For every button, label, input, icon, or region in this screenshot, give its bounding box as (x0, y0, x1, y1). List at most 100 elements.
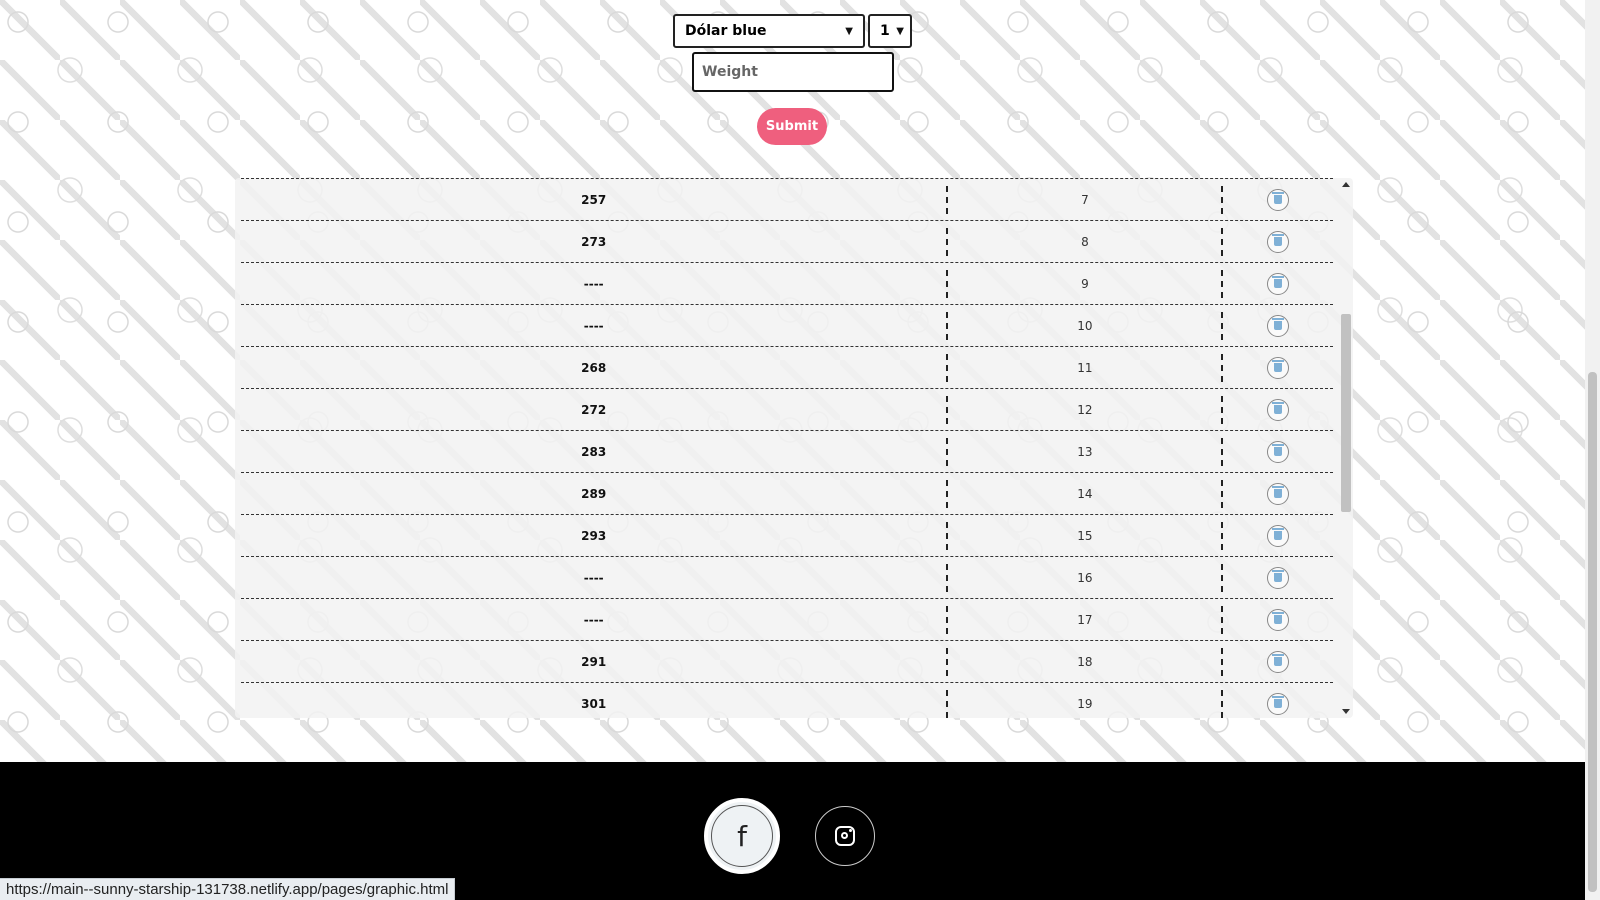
trash-icon (1272, 486, 1285, 498)
action-cell (1221, 437, 1333, 466)
table-row: ---- 9 (241, 262, 1333, 304)
action-cell (1221, 227, 1333, 256)
chevron-down-icon: ▼ (896, 25, 904, 37)
records-table[interactable]: 257 7 273 8 ---- 9 ---- 10 268 11 272 12 283 13 289 14 2… (235, 178, 1353, 718)
delete-button[interactable] (1267, 482, 1290, 505)
delete-button[interactable] (1267, 524, 1290, 547)
records-table-body: 257 7 273 8 ---- 9 ---- 10 268 11 272 12 283 13 289 14 2… (241, 178, 1333, 718)
trash-icon (1272, 402, 1285, 414)
action-cell (1221, 689, 1333, 718)
action-cell (1221, 311, 1333, 340)
action-cell (1221, 479, 1333, 508)
scroll-up-arrow-icon[interactable] (1342, 182, 1350, 187)
chevron-down-icon: ▼ (845, 25, 853, 37)
weight-cell: 293 (581, 528, 607, 543)
table-row: ---- 16 (241, 556, 1333, 598)
entry-number-cell: 19 (946, 689, 1221, 718)
trash-icon (1272, 276, 1285, 288)
weight-cell: 291 (581, 654, 607, 669)
delete-button[interactable] (1267, 650, 1290, 673)
delete-button[interactable] (1267, 314, 1290, 337)
weight-cell: 257 (581, 192, 607, 207)
delete-button[interactable] (1267, 188, 1290, 211)
quantity-select-value: 1 (880, 23, 890, 39)
action-cell (1221, 353, 1333, 382)
action-cell (1221, 521, 1333, 550)
table-row: 289 14 (241, 472, 1333, 514)
weight-cell: 289 (581, 486, 607, 501)
table-row: 268 11 (241, 346, 1333, 388)
facebook-link[interactable]: f (704, 798, 780, 874)
table-row: 301 19 (241, 682, 1333, 718)
currency-select[interactable]: Dólar blue ▼ (673, 14, 865, 48)
entry-number-cell: 7 (946, 185, 1221, 214)
weight-input[interactable] (692, 52, 894, 92)
table-row: 272 12 (241, 388, 1333, 430)
quantity-select[interactable]: 1 ▼ (868, 14, 912, 48)
weight-cell: 273 (581, 234, 607, 249)
table-row: 257 7 (241, 178, 1333, 220)
delete-button[interactable] (1267, 230, 1290, 253)
entry-number-cell: 16 (946, 563, 1221, 592)
weight-cell: 272 (581, 402, 607, 417)
table-row: ---- 10 (241, 304, 1333, 346)
delete-button[interactable] (1267, 398, 1290, 421)
weight-cell: ---- (583, 318, 604, 333)
table-scroll-thumb[interactable] (1341, 314, 1351, 512)
weight-cell: ---- (583, 612, 604, 627)
entry-number-cell: 10 (946, 311, 1221, 340)
entry-number-cell: 15 (946, 521, 1221, 550)
page-scroll-thumb[interactable] (1588, 372, 1597, 892)
trash-icon (1272, 192, 1285, 204)
page-scrollbar[interactable] (1585, 0, 1600, 900)
trash-icon (1272, 234, 1285, 246)
entry-number-cell: 17 (946, 605, 1221, 634)
delete-button[interactable] (1267, 566, 1290, 589)
status-bar-url: https://main--sunny-starship-131738.netl… (0, 878, 456, 900)
trash-icon (1272, 444, 1285, 456)
weight-cell: ---- (583, 276, 604, 291)
entry-number-cell: 8 (946, 227, 1221, 256)
entry-form: Dólar blue ▼ 1 ▼ Submit (0, 0, 1585, 170)
action-cell (1221, 269, 1333, 298)
action-cell (1221, 647, 1333, 676)
action-cell (1221, 563, 1333, 592)
trash-icon (1272, 654, 1285, 666)
entry-number-cell: 13 (946, 437, 1221, 466)
trash-icon (1272, 318, 1285, 330)
table-row: 283 13 (241, 430, 1333, 472)
table-row: 291 18 (241, 640, 1333, 682)
delete-button[interactable] (1267, 440, 1290, 463)
trash-icon (1272, 528, 1285, 540)
trash-icon (1272, 360, 1285, 372)
weight-cell: 268 (581, 360, 607, 375)
action-cell (1221, 185, 1333, 214)
weight-cell: ---- (583, 570, 604, 585)
entry-number-cell: 14 (946, 479, 1221, 508)
action-cell (1221, 395, 1333, 424)
delete-button[interactable] (1267, 272, 1290, 295)
entry-number-cell: 9 (946, 269, 1221, 298)
delete-button[interactable] (1267, 608, 1290, 631)
entry-number-cell: 18 (946, 647, 1221, 676)
action-cell (1221, 605, 1333, 634)
instagram-icon (835, 826, 855, 846)
facebook-icon: f (711, 805, 773, 867)
delete-button[interactable] (1267, 356, 1290, 379)
trash-icon (1272, 570, 1285, 582)
table-scrollbar[interactable] (1339, 178, 1353, 718)
weight-cell: 301 (581, 696, 607, 711)
weight-cell: 283 (581, 444, 607, 459)
table-row: 293 15 (241, 514, 1333, 556)
table-row: ---- 17 (241, 598, 1333, 640)
currency-select-value: Dólar blue (685, 23, 767, 39)
entry-number-cell: 12 (946, 395, 1221, 424)
entry-number-cell: 11 (946, 353, 1221, 382)
trash-icon (1272, 696, 1285, 708)
submit-button[interactable]: Submit (757, 108, 827, 145)
trash-icon (1272, 612, 1285, 624)
table-row: 273 8 (241, 220, 1333, 262)
delete-button[interactable] (1267, 692, 1290, 715)
scroll-down-arrow-icon[interactable] (1342, 709, 1350, 714)
instagram-link[interactable] (815, 806, 875, 866)
